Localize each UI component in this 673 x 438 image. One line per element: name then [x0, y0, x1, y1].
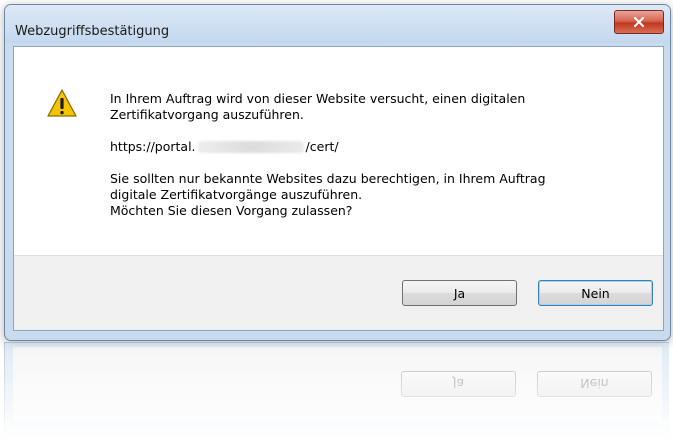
- close-button[interactable]: [614, 10, 664, 34]
- message-line-2: Zertifikatvorgang auszuführen.: [110, 107, 304, 122]
- message-text: In Ihrem Auftrag wird von dieser Website…: [110, 91, 640, 235]
- no-button[interactable]: Nein: [538, 280, 653, 306]
- message-line-4: digitale Zertifikatvorgänge auszuführen.: [110, 187, 363, 202]
- message-line-1: In Ihrem Auftrag wird von dieser Website…: [110, 91, 526, 106]
- reflection-frame: Ja Nein: [4, 342, 669, 438]
- reflection-button-bar: Ja Nein: [13, 347, 662, 422]
- title-bar[interactable]: Webzugriffsbestätigung: [5, 5, 670, 43]
- message-paragraph-1: In Ihrem Auftrag wird von dieser Website…: [110, 91, 640, 123]
- site-url: https://portal. /cert/: [110, 139, 640, 155]
- reflection-yes-button: Ja: [401, 371, 516, 397]
- message-line-3: Sie sollten nur bekannte Websites dazu b…: [110, 171, 546, 186]
- yes-button[interactable]: Ja: [402, 280, 517, 306]
- message-paragraph-2: Sie sollten nur bekannte Websites dazu b…: [110, 171, 640, 219]
- dialog-reflection: Ja Nein: [4, 342, 669, 438]
- close-icon: [634, 17, 644, 27]
- dialog-window: Webzugriffsbestätigung In Ihrem Auftrag …: [4, 4, 671, 341]
- message-line-5: Möchten Sie diesen Vorgang zulassen?: [110, 203, 353, 218]
- redacted-domain: [197, 141, 304, 153]
- dialog-body: In Ihrem Auftrag wird von dieser Website…: [13, 46, 664, 331]
- window-title: Webzugriffsbestätigung: [15, 24, 170, 39]
- reflection-no-button: Nein: [537, 371, 652, 397]
- button-bar: Ja Nein: [14, 255, 663, 330]
- url-prefix: https://portal.: [110, 139, 196, 154]
- url-suffix: /cert/: [305, 139, 339, 154]
- warning-icon: [47, 89, 77, 117]
